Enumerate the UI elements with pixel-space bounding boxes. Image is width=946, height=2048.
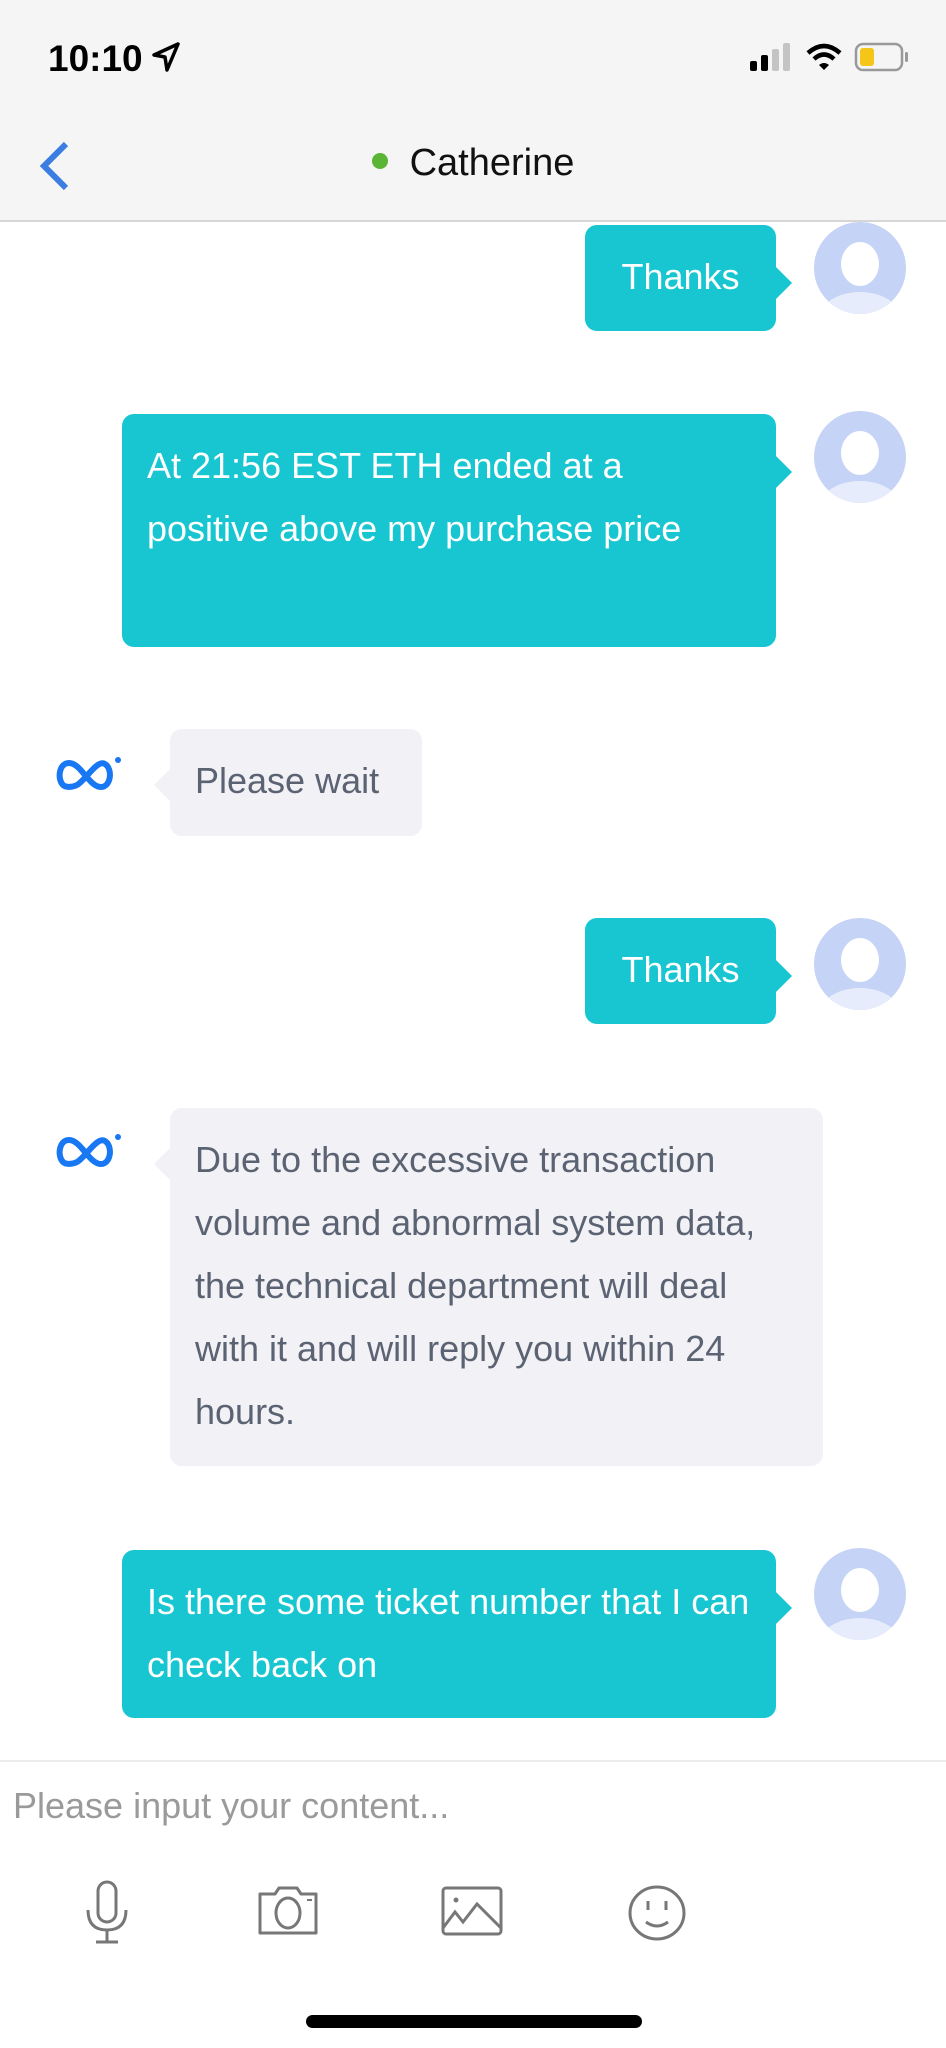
chat-title: Catherine bbox=[0, 142, 946, 185]
message-text: At 21:56 EST ETH ended at a positive abo… bbox=[147, 445, 682, 549]
message-outgoing: Thanks bbox=[585, 225, 792, 331]
contact-name: Catherine bbox=[409, 142, 575, 184]
avatar bbox=[814, 222, 906, 314]
avatar bbox=[814, 1548, 906, 1640]
image-icon[interactable] bbox=[441, 1886, 503, 1936]
message-outgoing: Is there some ticket number that I can c… bbox=[122, 1550, 792, 1718]
message-text: Is there some ticket number that I can c… bbox=[147, 1581, 750, 1685]
message-text: Please wait bbox=[195, 760, 380, 801]
message-text: Thanks bbox=[621, 256, 740, 297]
status-icons bbox=[750, 42, 910, 72]
status-time: 10:10 bbox=[48, 38, 143, 79]
signal-icon bbox=[750, 43, 790, 71]
online-indicator bbox=[371, 152, 388, 169]
message-outgoing: Thanks bbox=[585, 918, 792, 1024]
message-incoming: Due to the excessive transaction volume … bbox=[154, 1108, 823, 1466]
message-outgoing: At 21:56 EST ETH ended at a positive abo… bbox=[122, 414, 792, 647]
location-arrow-icon bbox=[152, 42, 180, 72]
meta-logo-icon bbox=[56, 1134, 121, 1168]
message-input[interactable] bbox=[13, 1785, 913, 1827]
battery-icon bbox=[854, 42, 908, 72]
top-bar: 10:10 Catherine bbox=[0, 0, 946, 222]
message-text: Due to the excessive transaction volume … bbox=[195, 1139, 756, 1432]
microphone-icon[interactable] bbox=[84, 1880, 130, 1946]
emoji-icon[interactable] bbox=[627, 1884, 687, 1942]
avatar bbox=[814, 411, 906, 503]
composer-divider bbox=[0, 1760, 946, 1762]
home-indicator[interactable] bbox=[306, 2015, 642, 2028]
avatar bbox=[814, 918, 906, 1010]
message-text: Thanks bbox=[621, 949, 740, 990]
wifi-icon bbox=[806, 43, 842, 70]
meta-logo-icon bbox=[56, 757, 121, 791]
message-incoming: Please wait bbox=[154, 729, 422, 836]
camera-icon[interactable] bbox=[257, 1886, 319, 1936]
